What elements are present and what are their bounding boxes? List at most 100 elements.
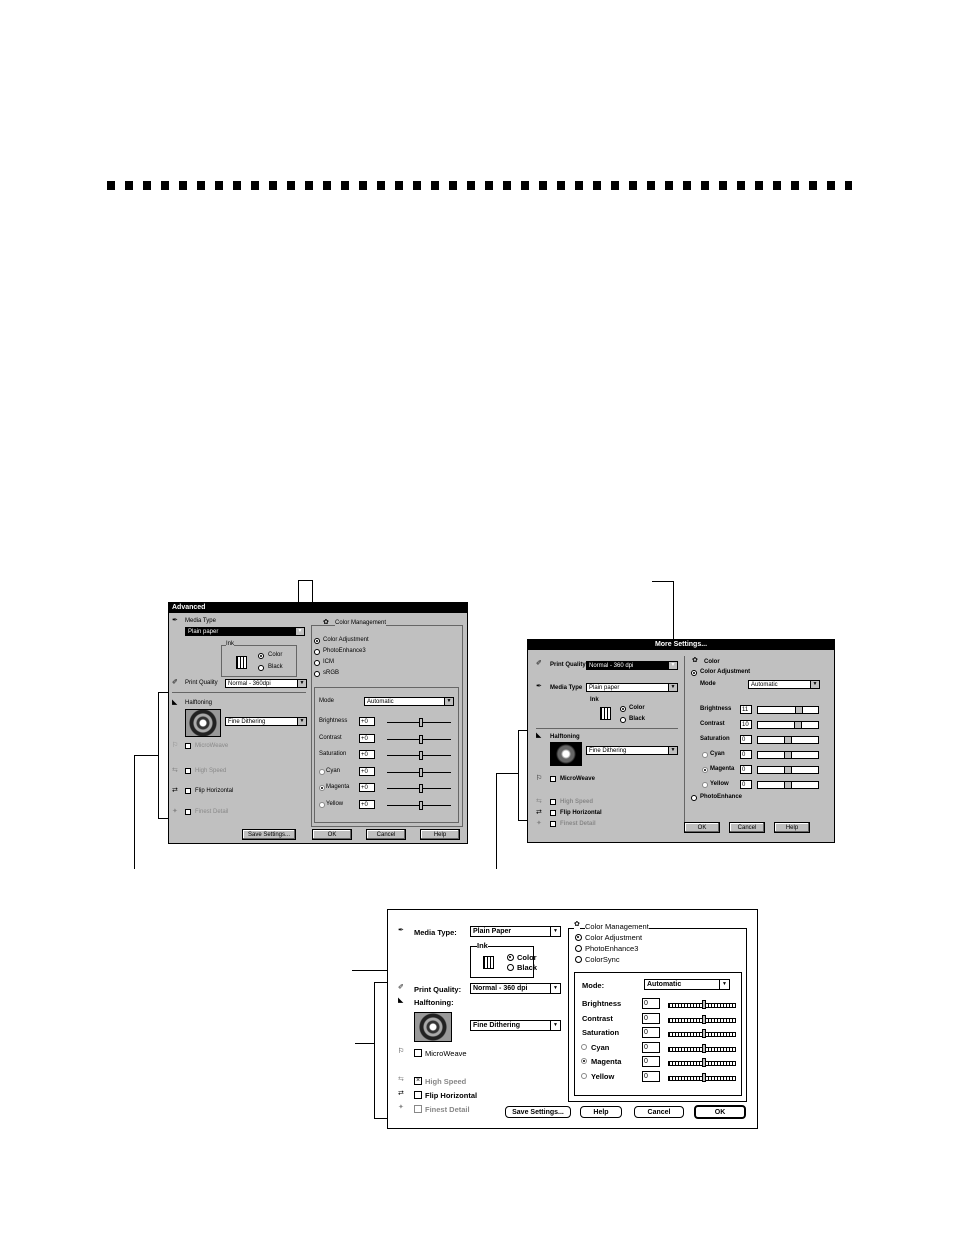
slider-track[interactable] <box>668 1029 736 1039</box>
slider-value-field[interactable]: 0 <box>642 1041 660 1053</box>
ink-color-radio[interactable] <box>620 706 626 712</box>
slider-thumb[interactable] <box>419 767 423 777</box>
help-button[interactable]: Help <box>420 829 460 840</box>
help-button[interactable]: Help <box>774 822 810 833</box>
slider-thumb[interactable] <box>794 722 802 728</box>
mode-select[interactable]: Automatic ▼ <box>748 680 820 689</box>
slider-thumb[interactable] <box>419 718 423 727</box>
slider-track[interactable] <box>668 1000 736 1009</box>
high-speed-checkbox[interactable] <box>550 799 556 805</box>
help-button[interactable]: Help <box>580 1106 622 1118</box>
slider-track[interactable] <box>387 751 451 760</box>
slider-value-field[interactable]: 11 <box>740 705 752 714</box>
slider-thumb[interactable] <box>702 1043 706 1053</box>
slider-track[interactable] <box>387 800 451 810</box>
photoenhance-radio[interactable] <box>575 945 582 952</box>
save-settings-button[interactable]: Save Settings... <box>242 829 296 840</box>
chevron-down-icon[interactable]: ▼ <box>668 684 677 691</box>
slider-thumb[interactable] <box>702 1073 706 1082</box>
photoenhance-radio[interactable] <box>314 649 320 655</box>
print-quality-select[interactable]: Normal - 360 dpi ▼ <box>470 983 561 994</box>
chevron-down-icon[interactable]: ▼ <box>297 680 306 687</box>
mode-select[interactable]: Automatic ▼ <box>644 979 730 990</box>
chevron-down-icon[interactable]: ▼ <box>668 662 677 669</box>
chevron-down-icon[interactable]: ▼ <box>810 681 819 688</box>
halftoning-select[interactable]: Fine Dithering ▼ <box>470 1020 561 1031</box>
microweave-checkbox[interactable] <box>414 1049 422 1057</box>
slider-value-field[interactable]: +0 <box>359 733 375 743</box>
chevron-down-icon[interactable]: ▼ <box>550 984 560 993</box>
finest-detail-checkbox[interactable] <box>414 1105 422 1113</box>
microweave-checkbox[interactable] <box>550 776 556 782</box>
slider-track[interactable] <box>387 784 451 793</box>
print-quality-select[interactable]: Normal - 360 dpi ▼ <box>586 661 678 670</box>
slider-value-field[interactable]: 0 <box>740 780 752 789</box>
finest-detail-checkbox[interactable] <box>550 821 556 827</box>
cancel-button[interactable]: Cancel <box>729 822 765 833</box>
slider-value-field[interactable]: 0 <box>642 1071 660 1082</box>
ink-black-radio[interactable] <box>258 665 264 671</box>
icm-radio[interactable] <box>314 660 320 666</box>
chevron-down-icon[interactable]: ▼ <box>550 1021 560 1030</box>
cancel-button[interactable]: Cancel <box>366 829 406 840</box>
slider-value-field[interactable]: +0 <box>359 799 375 809</box>
ink-color-radio[interactable] <box>258 653 264 659</box>
chevron-down-icon[interactable]: ▼ <box>295 628 304 635</box>
finest-detail-checkbox[interactable] <box>185 809 191 815</box>
slider-thumb[interactable] <box>419 800 423 810</box>
slider-value-field[interactable]: 0 <box>740 750 752 759</box>
chevron-down-icon[interactable]: ▼ <box>550 927 560 936</box>
save-settings-button[interactable]: Save Settings... <box>505 1106 571 1118</box>
ok-button[interactable]: OK <box>684 822 720 833</box>
slider-thumb[interactable] <box>419 734 423 744</box>
slider-thumb[interactable] <box>784 782 792 788</box>
slider-value-field[interactable]: 0 <box>740 765 752 774</box>
slider-track[interactable] <box>757 736 819 744</box>
slider-thumb[interactable] <box>702 1000 706 1009</box>
slider-track[interactable] <box>757 706 819 714</box>
ok-button[interactable]: OK <box>694 1105 746 1119</box>
colorsync-radio[interactable] <box>575 956 582 963</box>
slider-track[interactable] <box>387 767 451 777</box>
slider-track[interactable] <box>668 1058 736 1068</box>
halftoning-select[interactable]: Fine Dithering ▼ <box>225 717 307 726</box>
slider-value-field[interactable]: 0 <box>642 998 660 1009</box>
slider-track[interactable] <box>387 718 451 727</box>
slider-thumb[interactable] <box>702 1029 706 1039</box>
slider-value-field[interactable]: +0 <box>359 783 375 792</box>
cancel-button[interactable]: Cancel <box>634 1106 684 1118</box>
slider-thumb[interactable] <box>784 767 792 773</box>
slider-thumb[interactable] <box>702 1014 706 1024</box>
ink-black-radio[interactable] <box>620 717 626 723</box>
slider-track[interactable] <box>757 781 819 789</box>
ok-button[interactable]: OK <box>312 829 352 840</box>
slider-thumb[interactable] <box>419 784 423 793</box>
slider-thumb[interactable] <box>795 707 803 713</box>
chevron-down-icon[interactable]: ▼ <box>444 698 453 705</box>
halftoning-select[interactable]: Fine Dithering ▼ <box>586 746 678 755</box>
slider-track[interactable] <box>668 1073 736 1082</box>
color-adjustment-radio[interactable] <box>575 934 582 941</box>
flip-horizontal-checkbox[interactable] <box>550 810 556 816</box>
flip-horizontal-checkbox[interactable] <box>185 788 191 794</box>
slider-value-field[interactable]: 10 <box>740 720 752 729</box>
slider-value-field[interactable]: 0 <box>740 735 752 744</box>
slider-track[interactable] <box>387 734 451 744</box>
chevron-down-icon[interactable]: ▼ <box>297 718 306 725</box>
color-adjustment-radio[interactable] <box>691 670 697 676</box>
slider-thumb[interactable] <box>784 737 792 743</box>
flip-horizontal-checkbox[interactable] <box>414 1091 422 1099</box>
media-type-select[interactable]: Plain paper ▼ <box>586 683 678 692</box>
media-type-select[interactable]: Plain paper ▼ <box>185 627 305 636</box>
print-quality-select[interactable]: Normal - 360dpi ▼ <box>225 679 307 688</box>
microweave-checkbox[interactable] <box>185 743 191 749</box>
chevron-down-icon[interactable]: ▼ <box>668 747 677 754</box>
slider-thumb[interactable] <box>419 751 423 760</box>
ink-black-radio[interactable] <box>507 964 514 971</box>
high-speed-checkbox[interactable] <box>185 768 191 774</box>
high-speed-checkbox[interactable]: × <box>414 1077 422 1085</box>
slider-track[interactable] <box>757 721 819 729</box>
slider-thumb[interactable] <box>702 1058 706 1068</box>
slider-track[interactable] <box>757 751 819 759</box>
slider-thumb[interactable] <box>784 752 792 758</box>
